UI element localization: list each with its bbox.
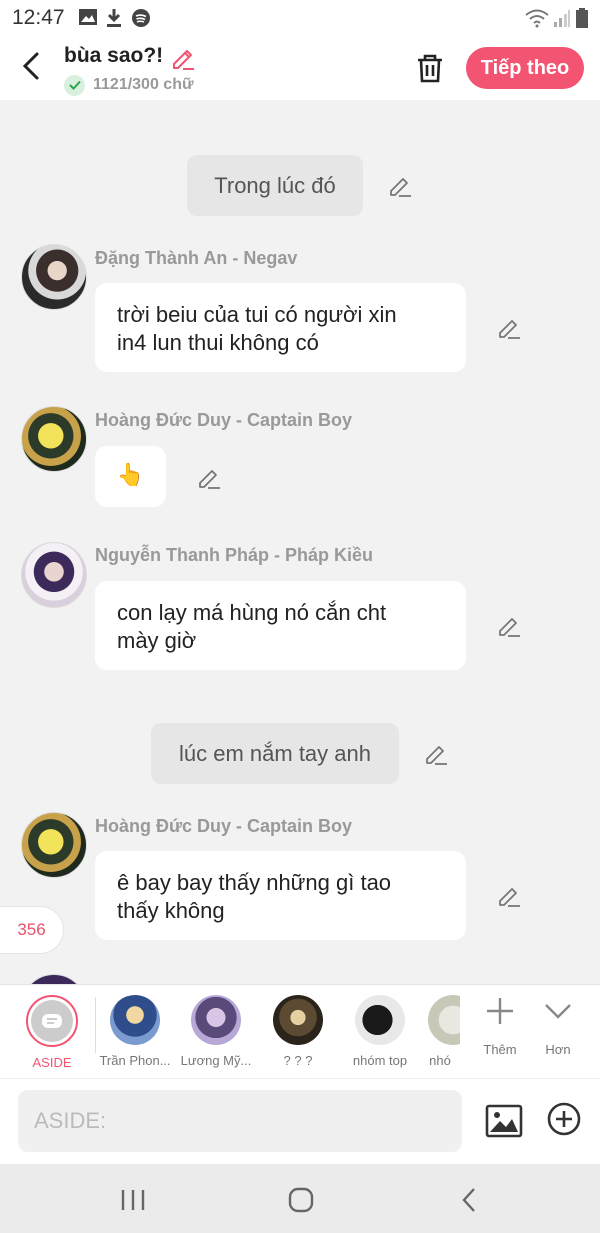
pointing-up-emoji: 👆 bbox=[116, 462, 145, 487]
narration-bubble[interactable]: Trong lúc đó bbox=[187, 155, 363, 216]
status-bar: 12:47 bbox=[0, 0, 600, 36]
download-icon bbox=[107, 9, 121, 27]
character-avatar bbox=[110, 995, 160, 1045]
edit-icon[interactable] bbox=[496, 882, 522, 908]
message-bubble[interactable]: trời beiu của tui có người xin in4 lun t… bbox=[95, 283, 466, 372]
status-time: 12:47 bbox=[12, 6, 65, 29]
next-button[interactable]: Tiếp theo bbox=[466, 47, 584, 89]
check-icon bbox=[64, 74, 85, 96]
character-avatar bbox=[191, 995, 241, 1045]
message-line: ê bay bay thấy những gì tao bbox=[117, 870, 392, 895]
character-name: Lương Mỹ... bbox=[180, 1053, 252, 1068]
speaker-name: Hoàng Đức Duy - Captain Boy bbox=[95, 816, 353, 836]
character-aside[interactable]: ASIDE bbox=[10, 995, 94, 1070]
plus-icon bbox=[487, 998, 513, 1024]
character-name: nhó bbox=[429, 1053, 451, 1068]
battery-icon bbox=[576, 8, 588, 28]
narration-text: lúc em nắm tay anh bbox=[179, 740, 371, 766]
narration-text: Trong lúc đó bbox=[214, 172, 336, 198]
edit-icon[interactable] bbox=[496, 612, 522, 638]
avatar[interactable] bbox=[21, 542, 87, 608]
message-line: trời beiu của tui có người xin bbox=[117, 302, 397, 327]
gallery-icon bbox=[79, 9, 97, 25]
add-character-button[interactable]: Thêm bbox=[472, 995, 528, 1057]
character-avatar bbox=[273, 995, 323, 1045]
speaker-name: Hoàng Đức Duy - Captain Boy bbox=[95, 410, 353, 430]
editor-header: bùa sao?! 1121/300 chữ Tiếp theo bbox=[0, 36, 600, 100]
edit-icon[interactable] bbox=[196, 464, 222, 490]
message-line: in4 lun thui không có bbox=[117, 330, 319, 355]
character-item[interactable]: nhó bbox=[420, 995, 460, 1068]
input-bar bbox=[0, 1078, 600, 1164]
more-label: Thêm bbox=[483, 1042, 517, 1057]
avatar[interactable] bbox=[21, 812, 87, 878]
chat-area: Trong lúc đó Đặng Thành An - Negav trời … bbox=[0, 100, 600, 984]
narration-bubble[interactable]: lúc em nắm tay anh bbox=[151, 723, 399, 784]
character-avatar bbox=[355, 995, 405, 1045]
message-line: con lạy má hùng nó cắn cht bbox=[117, 600, 387, 625]
add-circle-icon[interactable] bbox=[546, 1101, 582, 1137]
navigation-bar bbox=[0, 1164, 600, 1233]
character-avatar bbox=[428, 995, 460, 1045]
avatar[interactable] bbox=[21, 406, 87, 472]
chevron-down-icon bbox=[545, 1004, 571, 1019]
wifi-icon bbox=[525, 9, 549, 28]
recent-apps-icon[interactable] bbox=[120, 1188, 146, 1212]
aside-icon bbox=[42, 1014, 62, 1028]
edit-title-icon[interactable] bbox=[170, 44, 196, 70]
speaker-name: Đặng Thành An - Negav bbox=[95, 248, 298, 268]
signal-icon bbox=[554, 10, 570, 27]
character-item[interactable]: Lương Mỹ... bbox=[174, 995, 258, 1068]
character-bar: ASIDE Trần Phon... Lương Mỹ... ? ? ? nhó… bbox=[0, 984, 600, 1078]
aside-avatar bbox=[26, 995, 78, 1047]
word-count: 1121/300 chữ bbox=[64, 74, 194, 96]
expand-characters-button[interactable]: Hơn bbox=[530, 995, 586, 1057]
message-bubble[interactable]: ê bay bay thấy những gì tao thấy không bbox=[95, 851, 466, 940]
message-bubble[interactable]: 👆 bbox=[95, 446, 166, 507]
speaker-name: Nguyễn Thanh Pháp - Pháp Kiều bbox=[95, 545, 374, 565]
avatar[interactable] bbox=[21, 974, 87, 984]
word-count-text: 1121/300 chữ bbox=[93, 76, 194, 93]
back-nav-icon[interactable] bbox=[458, 1186, 480, 1214]
message-input[interactable] bbox=[18, 1090, 462, 1152]
character-item[interactable]: ? ? ? bbox=[256, 995, 340, 1068]
message-line: thấy không bbox=[117, 898, 225, 923]
story-title[interactable]: bùa sao?! bbox=[64, 44, 163, 68]
character-item[interactable]: nhóm top bbox=[338, 995, 422, 1068]
comment-count-badge[interactable]: 356 bbox=[0, 906, 64, 954]
character-name: Trần Phon... bbox=[99, 1053, 171, 1068]
avatar[interactable] bbox=[21, 244, 87, 310]
edit-icon[interactable] bbox=[496, 314, 522, 340]
trash-icon[interactable] bbox=[412, 50, 448, 86]
message-line: mày giờ bbox=[117, 628, 197, 653]
character-name: nhóm top bbox=[352, 1053, 408, 1068]
edit-icon[interactable] bbox=[423, 740, 449, 766]
edit-icon[interactable] bbox=[387, 172, 413, 198]
character-name: ? ? ? bbox=[283, 1053, 313, 1068]
back-icon[interactable] bbox=[14, 48, 50, 84]
image-icon[interactable] bbox=[484, 1101, 524, 1141]
home-icon[interactable] bbox=[287, 1186, 315, 1214]
character-item[interactable]: Trần Phon... bbox=[93, 995, 177, 1068]
spotify-icon bbox=[132, 9, 150, 27]
less-label: Hơn bbox=[545, 1042, 571, 1057]
character-name: ASIDE bbox=[32, 1055, 72, 1070]
message-bubble[interactable]: con lạy má hùng nó cắn cht mày giờ bbox=[95, 581, 466, 670]
